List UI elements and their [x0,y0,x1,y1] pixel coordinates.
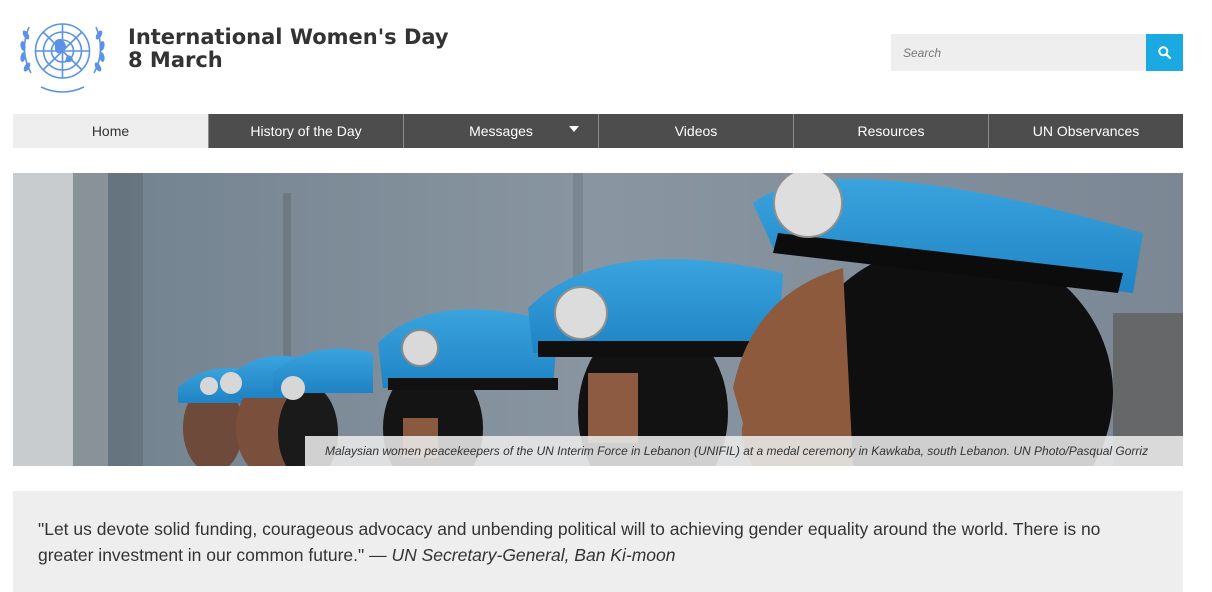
quote-box: "Let us devote solid funding, courageous… [13,491,1183,592]
nav-item-label: UN Observances [1032,123,1140,139]
quote-attribution: — UN Secretary-General, Ban Ki-moon [369,545,676,565]
nav-item-label: Videos [674,123,718,139]
nav-item-resources[interactable]: Resources [793,114,988,148]
nav-item-home[interactable]: Home [13,114,208,148]
search-icon [1158,46,1171,59]
search-button[interactable] [1146,34,1183,71]
nav-item-label: Resources [857,123,925,139]
site-title-line2: 8 March [128,48,223,72]
caret-down-icon[interactable] [569,126,579,132]
quote-text: "Let us devote solid funding, courageous… [38,516,1158,568]
search-form [891,34,1183,71]
main-nav: Home History of the Day Messages Videos … [13,114,1183,148]
search-input[interactable] [891,34,1146,71]
hero-image: Malaysian women peacekeepers of the UN I… [13,173,1183,466]
nav-item-messages[interactable]: Messages [403,114,598,148]
nav-item-videos[interactable]: Videos [598,114,793,148]
hero-caption: Malaysian women peacekeepers of the UN I… [305,436,1183,466]
un-emblem-icon[interactable] [13,11,112,97]
nav-item-un-observances[interactable]: UN Observances [988,114,1183,148]
nav-item-label: Messages [469,123,533,139]
nav-item-history[interactable]: History of the Day [208,114,403,148]
site-title-line1: International Women's Day [128,25,449,49]
site-title[interactable]: International Women's Day 8 March [128,26,449,72]
nav-item-label: Home [91,123,130,139]
nav-item-label: History of the Day [250,123,362,139]
